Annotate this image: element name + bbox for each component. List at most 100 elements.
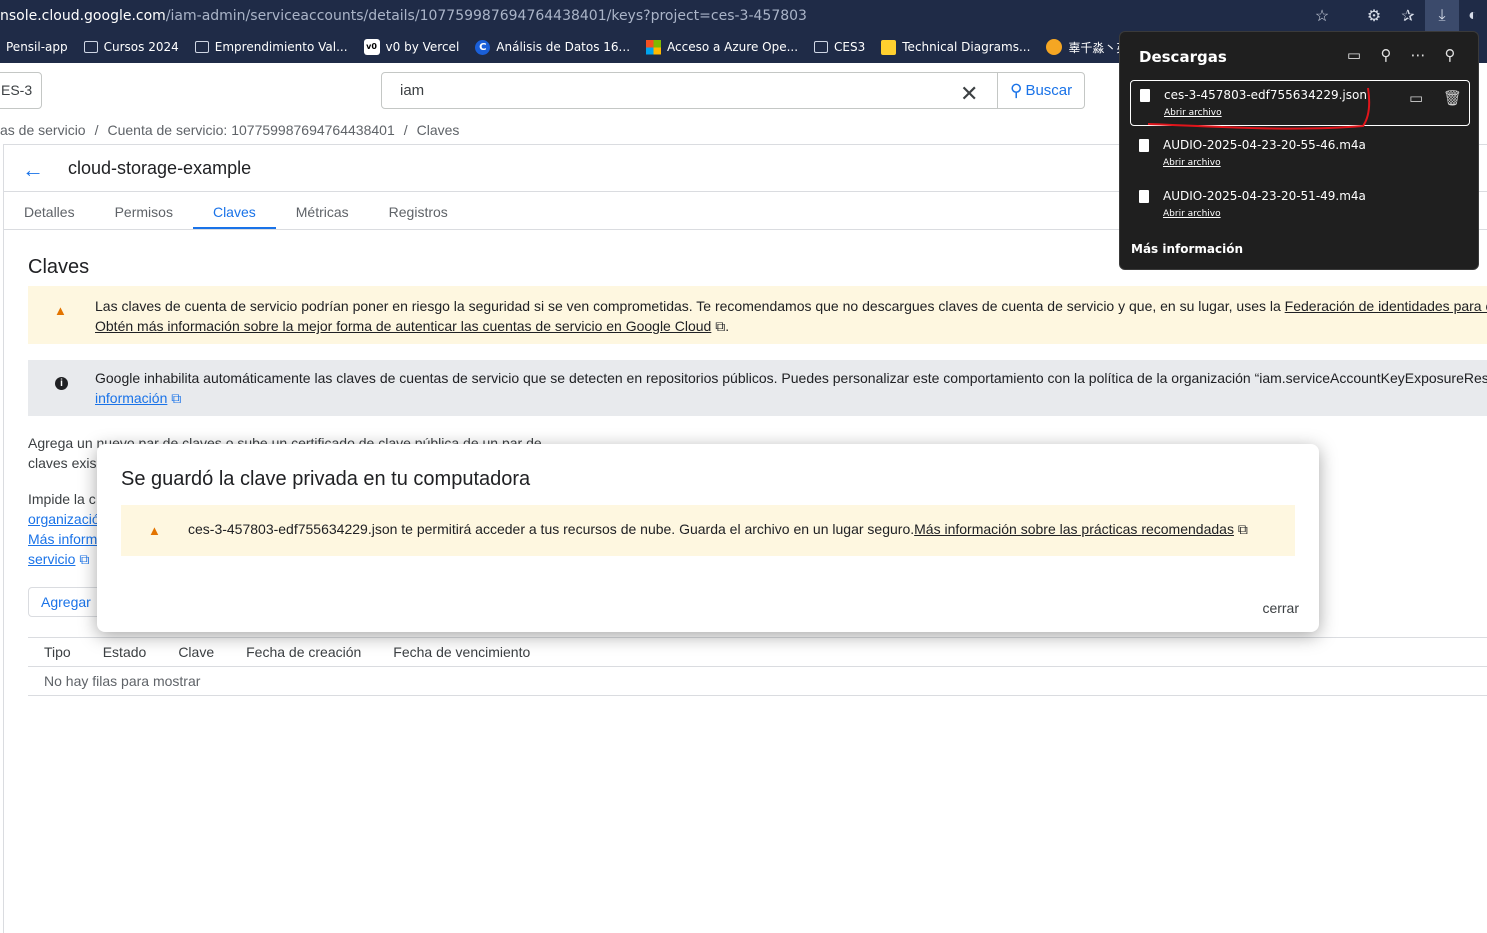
bookmark-azure[interactable]: Acceso a Azure Ope... bbox=[646, 39, 799, 55]
audio-file-icon bbox=[1139, 190, 1149, 203]
download-icon[interactable]: ⤓ bbox=[1425, 0, 1459, 31]
project-selector[interactable]: ES-3 bbox=[0, 72, 42, 109]
service-link[interactable]: servicio bbox=[28, 551, 75, 567]
column-estado[interactable]: Estado bbox=[103, 644, 147, 660]
info-icon: i bbox=[55, 377, 68, 390]
file-icon bbox=[1140, 89, 1150, 102]
tab-bar: Detalles Permisos Claves Métricas Regist… bbox=[4, 193, 468, 230]
tab-metricas[interactable]: Métricas bbox=[276, 193, 369, 230]
column-clave[interactable]: Clave bbox=[178, 644, 214, 660]
bookmark-label: Acceso a Azure Ope... bbox=[667, 40, 799, 54]
breadcrumb-keys: Claves bbox=[416, 122, 460, 138]
downloads-toolbar: ▭ ⚲ ⋯ ⚲ bbox=[1338, 46, 1466, 64]
address-bar[interactable]: nsole.cloud.google.com/iam-admin/service… bbox=[0, 0, 1487, 31]
info-banner: i Google inhabilita automáticamente las … bbox=[28, 360, 1487, 416]
profile-icon[interactable]: ◐ bbox=[1459, 7, 1487, 25]
info-text: Google inhabilita automáticamente las cl… bbox=[95, 368, 1487, 408]
bookmark-analisis[interactable]: C Análisis de Datos 16... bbox=[475, 39, 631, 55]
breadcrumb-separator: / bbox=[94, 122, 99, 138]
page-title: cloud-storage-example bbox=[68, 158, 252, 178]
search-icon: ⚲ bbox=[1010, 80, 1023, 100]
external-link-icon: ⧉ bbox=[711, 318, 726, 334]
download-filename: ces-3-457803-edf755634229.json bbox=[1164, 88, 1367, 102]
bookmark-cursos-2024[interactable]: Cursos 2024 bbox=[83, 40, 179, 54]
avatar-icon bbox=[1046, 39, 1063, 55]
table-empty-row: No hay filas para mostrar bbox=[28, 667, 1487, 696]
external-link-icon: ⧉ bbox=[167, 390, 182, 406]
delete-icon[interactable]: 🗑 bbox=[1443, 89, 1462, 107]
downloads-panel: Descargas ▭ ⚲ ⋯ ⚲ ces-3-457803-edf755634… bbox=[1119, 31, 1479, 270]
search-box: ✕ ⚲ Buscar bbox=[381, 72, 1085, 109]
warning-banner: ▲ Las claves de cuenta de servicio podrí… bbox=[28, 286, 1487, 344]
info-more-link[interactable]: información bbox=[95, 390, 167, 406]
column-tipo[interactable]: Tipo bbox=[44, 644, 71, 660]
open-file-link[interactable]: Abrir archivo bbox=[1164, 108, 1222, 118]
column-fecha-vencimiento[interactable]: Fecha de vencimiento bbox=[393, 644, 530, 660]
search-icon[interactable]: ⚲ bbox=[1370, 46, 1402, 64]
federation-link[interactable]: Federación de identidades para ca bbox=[1285, 298, 1487, 314]
bookmark-ces3[interactable]: CES3 bbox=[814, 40, 865, 54]
org-policy-link[interactable]: organizació bbox=[28, 511, 100, 527]
bookmark-label: Emprendimiento Val... bbox=[214, 40, 348, 54]
tab-permisos[interactable]: Permisos bbox=[95, 193, 193, 230]
info-line1: Google inhabilita automáticamente las cl… bbox=[95, 370, 1487, 386]
more-info-link[interactable]: Más inform bbox=[28, 531, 97, 547]
bookmark-label: Technical Diagrams... bbox=[902, 40, 1031, 54]
warning-line2-end: . bbox=[725, 318, 730, 334]
close-button[interactable]: cerrar bbox=[1262, 600, 1299, 616]
download-item[interactable]: ces-3-457803-edf755634229.json Abrir arc… bbox=[1130, 80, 1470, 126]
external-link-icon: ⧉ bbox=[1233, 521, 1248, 537]
warning-text: Las claves de cuenta de servicio podrían… bbox=[95, 296, 1487, 336]
tab-detalles[interactable]: Detalles bbox=[4, 193, 95, 230]
section-heading: Claves bbox=[28, 256, 90, 278]
dialog-message: ces-3-457803-edf755634229.json te permit… bbox=[188, 521, 1248, 538]
breadcrumb-service-accounts[interactable]: as de servicio bbox=[0, 122, 86, 138]
search-button[interactable]: ⚲ Buscar bbox=[997, 73, 1084, 108]
back-arrow-icon[interactable]: ← bbox=[22, 157, 44, 183]
bookmark-pensil-app[interactable]: Pensil-app bbox=[6, 40, 68, 54]
open-file-link[interactable]: Abrir archivo bbox=[1163, 158, 1221, 168]
url-text[interactable]: nsole.cloud.google.com/iam-admin/service… bbox=[0, 8, 807, 24]
bookmark-label: Análisis de Datos 16... bbox=[496, 40, 631, 54]
url-host: nsole.cloud.google.com bbox=[0, 7, 166, 24]
audio-file-icon bbox=[1139, 139, 1149, 152]
bookmark-emprendimiento[interactable]: Emprendimiento Val... bbox=[194, 40, 348, 54]
dialog-title: Se guardó la clave privada en tu computa… bbox=[121, 468, 531, 490]
star-icon[interactable]: ☆ bbox=[1305, 6, 1339, 26]
tab-registros[interactable]: Registros bbox=[369, 193, 468, 230]
download-filename: AUDIO-2025-04-23-20-51-49.m4a bbox=[1163, 189, 1366, 203]
v0-icon: v0 bbox=[363, 39, 380, 55]
bookmark-label: Pensil-app bbox=[6, 40, 68, 54]
favorites-icon[interactable]: ✰ bbox=[1391, 6, 1425, 26]
bookmark-technical-diagrams[interactable]: Technical Diagrams... bbox=[881, 39, 1031, 55]
extensions-icon[interactable]: ⚙ bbox=[1357, 6, 1391, 26]
tab-claves[interactable]: Claves bbox=[192, 193, 276, 230]
para-line: Impide la c bbox=[28, 491, 96, 507]
breadcrumb-service-account[interactable]: Cuenta de servicio: 10775998769476443840… bbox=[107, 122, 394, 138]
folder-icon bbox=[194, 41, 209, 53]
search-input[interactable] bbox=[400, 75, 960, 106]
show-in-folder-icon[interactable]: ▭ bbox=[1409, 89, 1423, 107]
best-practices-link[interactable]: Más información sobre las prácticas reco… bbox=[914, 521, 1234, 537]
download-filename: AUDIO-2025-04-23-20-55-46.m4a bbox=[1163, 138, 1366, 152]
microsoft-icon bbox=[646, 39, 662, 55]
c-icon: C bbox=[475, 39, 491, 55]
keys-table-header: Tipo Estado Clave Fecha de creación Fech… bbox=[28, 637, 1487, 667]
column-fecha-creacion[interactable]: Fecha de creación bbox=[246, 644, 361, 660]
dialog-message-text: ces-3-457803-edf755634229.json te permit… bbox=[188, 521, 915, 537]
miro-icon bbox=[881, 39, 897, 55]
bookmark-v0[interactable]: v0 v0 by Vercel bbox=[363, 39, 460, 55]
auth-info-link[interactable]: Obtén más información sobre la mejor for… bbox=[95, 318, 711, 334]
more-icon[interactable]: ⋯ bbox=[1402, 46, 1434, 64]
pin-icon[interactable]: ⚲ bbox=[1434, 46, 1466, 64]
download-item[interactable]: AUDIO-2025-04-23-20-55-46.m4a Abrir arch… bbox=[1130, 131, 1470, 177]
downloads-title: Descargas bbox=[1139, 48, 1227, 66]
folder-icon[interactable]: ▭ bbox=[1338, 46, 1370, 64]
bookmark-label: v0 by Vercel bbox=[385, 40, 460, 54]
more-info-link[interactable]: Más información bbox=[1131, 242, 1243, 256]
download-item[interactable]: AUDIO-2025-04-23-20-51-49.m4a Abrir arch… bbox=[1130, 182, 1470, 228]
open-file-link[interactable]: Abrir archivo bbox=[1163, 209, 1221, 219]
clear-icon[interactable]: ✕ bbox=[960, 81, 978, 107]
url-path: /iam-admin/serviceaccounts/details/10775… bbox=[165, 7, 807, 24]
folder-icon bbox=[83, 41, 98, 53]
